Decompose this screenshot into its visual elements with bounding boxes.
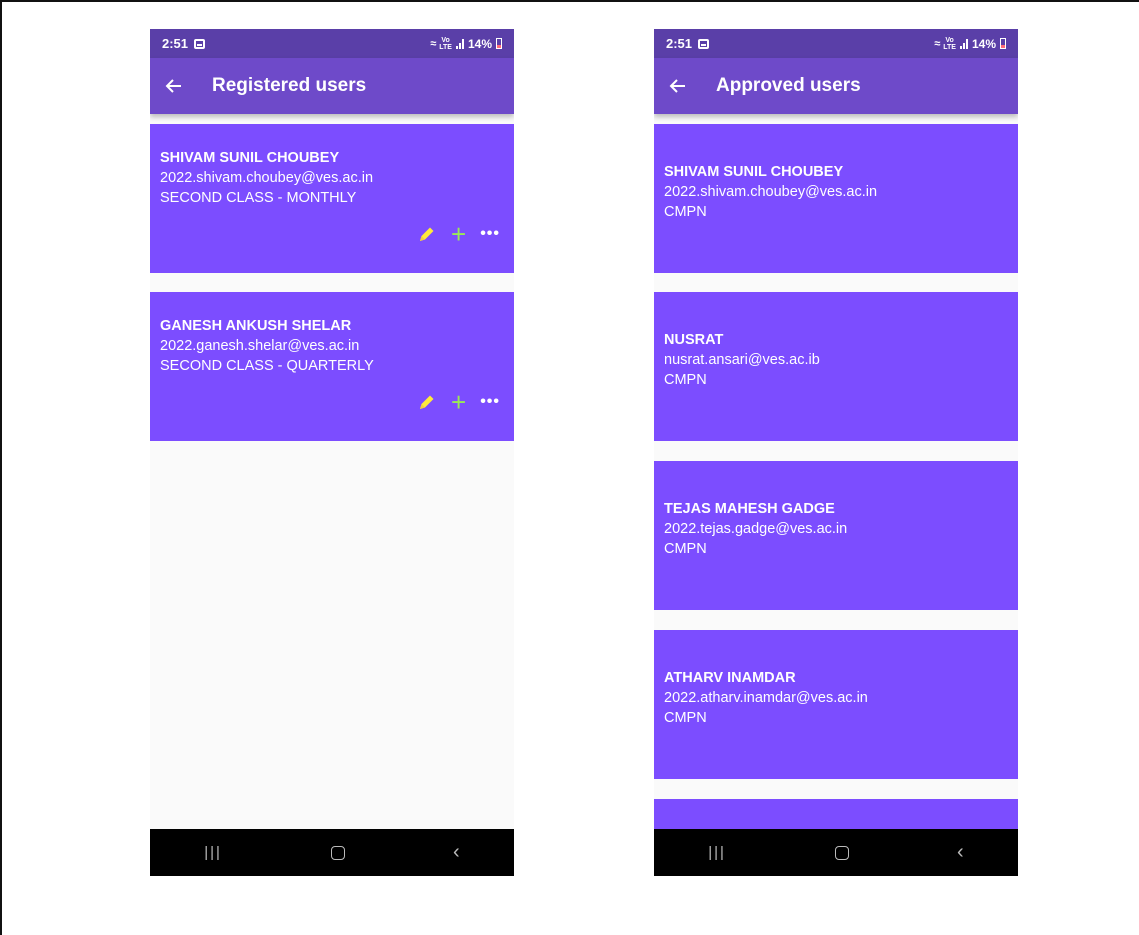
user-card[interactable]: GANESH ANKUSH SHELAR 2022.ganesh.shelar@… [150,292,514,441]
nav-home-icon[interactable] [834,845,849,860]
battery-icon [496,38,502,49]
signal-icon [959,38,968,49]
phone-approved-users: 2:51 ≈ Vo LTE 14% Approved users SHIVAM S… [654,29,1018,876]
user-card[interactable]: TEJAS MAHESH GADGE 2022.tejas.gadge@ves.… [654,461,1018,610]
battery-icon [1000,38,1006,49]
page-title: Registered users [212,75,367,96]
gallery-notification-icon [698,38,710,49]
signal-icon [455,38,464,49]
user-name: TEJAS MAHESH GADGE [664,501,835,517]
status-time: 2:51 [162,36,189,51]
gallery-notification-icon [194,38,206,49]
user-email: 2022.shivam.choubey@ves.ac.in [160,170,374,186]
app-bar: Approved users [654,58,1018,114]
user-card[interactable]: ATHARV INAMDAR 2022.atharv.inamdar@ves.a… [654,630,1018,779]
volte-icon: Vo LTE [943,36,956,51]
nav-recents-icon[interactable]: ||| [708,844,726,861]
user-card[interactable]: SHIVAM SUNIL CHOUBEY 2022.shivam.choubey… [150,124,514,273]
user-card[interactable]: SHIVAM SUNIL CHOUBEY 2022.shivam.choubey… [654,124,1018,273]
wifi-icon: ≈ [430,37,436,50]
back-arrow-icon[interactable] [162,74,186,98]
volte-icon: Vo LTE [439,36,452,51]
user-name: SHIVAM SUNIL CHOUBEY [664,164,844,180]
user-name: GANESH ANKUSH SHELAR [160,318,352,334]
battery-percent: 14% [467,36,492,51]
status-time: 2:51 [666,36,693,51]
user-name: SHIVAM SUNIL CHOUBEY [160,150,340,166]
system-nav-bar: ||| ‹ [654,829,1018,876]
user-pass-type: SECOND CLASS - QUARTERLY [160,358,374,374]
battery-percent: 14% [971,36,996,51]
more-icon[interactable]: ••• [480,392,500,412]
user-email: 2022.ganesh.shelar@ves.ac.in [160,338,360,354]
user-email: nusrat.ansari@ves.ac.ib [664,352,820,368]
nav-recents-icon[interactable]: ||| [204,844,222,861]
user-branch: CMPN [664,710,707,726]
pencil-icon[interactable] [417,224,437,244]
nav-back-icon[interactable]: ‹ [957,841,964,864]
plus-icon[interactable]: + [451,389,466,415]
phone-registered-users: 2:51 ≈ Vo LTE 14% Registered users SHIVAM… [150,29,514,876]
user-name: ATHARV INAMDAR [664,670,796,686]
status-bar: 2:51 ≈ Vo LTE 14% [654,29,1018,58]
user-email: 2022.shivam.choubey@ves.ac.in [664,184,878,200]
page-title: Approved users [716,75,861,96]
system-nav-bar: ||| ‹ [150,829,514,876]
status-bar: 2:51 ≈ Vo LTE 14% [150,29,514,58]
user-email: 2022.atharv.inamdar@ves.ac.in [664,690,868,706]
user-branch: CMPN [664,204,707,220]
user-email: 2022.tejas.gadge@ves.ac.in [664,521,848,537]
user-branch: CMPN [664,541,707,557]
more-icon[interactable]: ••• [480,224,500,244]
user-pass-type: SECOND CLASS - MONTHLY [160,190,357,206]
app-bar: Registered users [150,58,514,114]
user-branch: CMPN [664,372,707,388]
user-card[interactable]: NUSRAT nusrat.ansari@ves.ac.ib CMPN [654,292,1018,441]
nav-home-icon[interactable] [330,845,345,860]
card-actions: + ••• [417,389,500,415]
user-name: NUSRAT [664,332,724,348]
wifi-icon: ≈ [934,37,940,50]
back-arrow-icon[interactable] [666,74,690,98]
pencil-icon[interactable] [417,392,437,412]
card-actions: + ••• [417,221,500,247]
plus-icon[interactable]: + [451,221,466,247]
nav-back-icon[interactable]: ‹ [453,841,460,864]
